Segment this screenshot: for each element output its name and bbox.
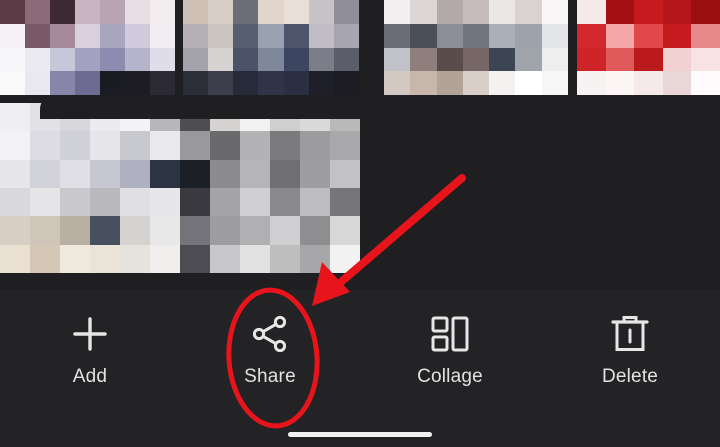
gallery-screen: Add Share Collage Delete xyxy=(0,0,720,447)
photo-thumbnail[interactable] xyxy=(0,0,175,95)
photo-thumbnail[interactable] xyxy=(183,0,359,95)
photo-thumbnail[interactable] xyxy=(384,0,568,95)
photo-thumbnail[interactable] xyxy=(0,103,360,273)
photo-thumbnail[interactable] xyxy=(577,0,720,95)
delete-button[interactable]: Delete xyxy=(560,290,700,410)
photo-grid xyxy=(0,0,720,290)
collage-label: Collage xyxy=(417,366,483,387)
add-button[interactable]: Add xyxy=(20,290,160,410)
delete-label: Delete xyxy=(601,366,659,387)
action-toolbar: Add Share Collage Delete xyxy=(0,290,720,447)
collage-button[interactable]: Collage xyxy=(380,290,520,410)
share-label: Share xyxy=(244,366,296,387)
trash-icon xyxy=(611,316,649,351)
add-label: Add xyxy=(72,366,108,387)
thumbnail-shadow xyxy=(40,95,720,119)
collage-icon xyxy=(431,316,469,352)
thumbnail-shadow xyxy=(0,95,40,103)
share-button[interactable]: Share xyxy=(200,290,340,410)
share-icon xyxy=(252,315,287,353)
plus-icon xyxy=(73,317,107,351)
home-indicator[interactable] xyxy=(288,432,432,437)
